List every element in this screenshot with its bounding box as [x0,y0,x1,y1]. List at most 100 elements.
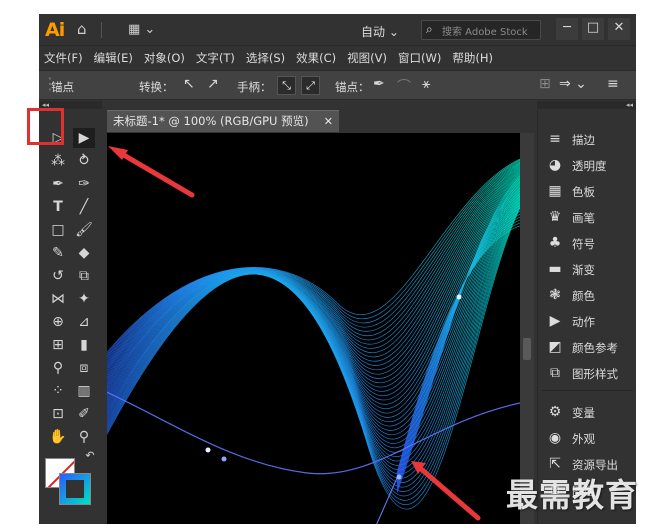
panel-item-transparency[interactable]: ◕ 透明度 [538,152,636,178]
scale-tool-icon[interactable]: ⧉ [73,266,95,286]
panel-item-variables[interactable]: ⚙ 变量 [538,399,636,425]
anchor-point[interactable] [396,474,402,480]
panel-item-appearance[interactable]: ◉ 外观 [538,425,636,451]
menu-type[interactable]: 文字(T) [196,50,235,66]
selected-path[interactable] [107,383,520,475]
panel-item-swatches[interactable]: ▦ 色板 [538,178,636,204]
menu-effect[interactable]: 效果(C) [296,50,336,66]
menu-select[interactable]: 选择(S) [246,50,285,66]
pen-tool-icon[interactable]: ✒ [47,174,69,194]
rotate-tool-icon[interactable]: ↺ [47,266,69,286]
panel-item-color-guide[interactable]: ◩ 颜色参考 [538,334,636,360]
panel-item-actions[interactable]: ▶ 动作 [538,308,636,334]
line-tool-icon[interactable]: ╱ [73,197,95,217]
column-graph-tool-icon[interactable]: ▥ [73,381,95,401]
artboard-canvas[interactable] [107,133,520,524]
stock-search-input[interactable]: ⌕ 搜索 Adobe Stock [421,20,541,40]
home-icon[interactable]: ⌂ [77,20,87,38]
watermark: 最需教育 [506,476,639,514]
anchor-point[interactable] [456,294,462,300]
cut-path-icon[interactable]: ⚹ [422,76,430,92]
panel-item-symbols[interactable]: ♣ 符号 [538,230,636,256]
ai-logo: Ai [45,19,65,41]
perspective-grid-tool-icon[interactable]: ⊿ [73,312,95,332]
paintbrush-tool-icon[interactable]: 🖌 [73,220,95,240]
gradient-tool-icon[interactable]: ▮ [73,335,95,355]
menu-window[interactable]: 窗口(W) [398,50,441,66]
blend-line [107,174,520,384]
gradient-icon: ▬ [548,261,562,277]
swap-colors-icon[interactable]: ↶ [79,446,101,466]
swatches-icon: ▦ [548,183,562,199]
delete-anchor-icon[interactable]: ✒ [373,76,385,92]
panel-label: 外观 [572,432,595,446]
minimize-button[interactable]: ─ [556,18,578,40]
appearance-icon: ◉ [548,430,562,446]
menu-view[interactable]: 视图(V) [347,50,387,66]
zoom-tool-icon[interactable]: ⚲ [73,427,95,447]
curvature-tool-icon[interactable]: ✑ [73,174,95,194]
document-tab[interactable]: 未标题-1* @ 100% (RGB/GPU 预览) ✕ [107,110,339,132]
graphic-styles-icon: ⧉ [550,365,560,381]
blend-line [107,166,520,367]
pencil-tool-icon[interactable]: ✎ [47,243,69,263]
artboard-tool-icon[interactable]: ⊡ [47,404,69,424]
align-icon[interactable]: ⊞ [539,76,551,92]
menu-object[interactable]: 对象(O) [144,50,185,66]
panel-item-brushes[interactable]: ♛ 画笔 [538,204,636,230]
canvas-vertical-scrollbar[interactable] [520,133,534,524]
blend-line [107,160,520,357]
illustrator-window: Ai ⌂ ▦ ⌄ 自动 ⌄ ⌕ 搜索 Adobe Stock ─ □ ✕ 文件(… [39,14,636,524]
blend-tool-icon[interactable]: ⧈ [73,358,95,378]
convert-corner-icon[interactable]: ↖ [183,76,195,92]
club-symbol-icon: ♣ [548,235,562,251]
show-handles-icon[interactable]: ⤡ [277,76,296,95]
puppet-warp-tool-icon[interactable]: ✦ [73,289,95,309]
blend-line [107,163,520,362]
eyedropper-tool-icon[interactable]: ⚲ [47,358,69,378]
close-document-icon[interactable]: ✕ [324,111,333,132]
menu-help[interactable]: 帮助(H) [452,50,493,66]
panel-label: 描边 [572,133,595,147]
panel-item-graphic-styles[interactable]: ⧉ 图形样式 [538,360,636,386]
menu-edit[interactable]: 编辑(E) [94,50,133,66]
blend-line [107,169,520,373]
panel-label: 色板 [572,185,595,199]
width-tool-icon[interactable]: ⋈ [47,289,69,309]
handle-label: 手柄： [237,80,272,94]
magic-wand-tool-icon[interactable]: ⁂ [47,151,69,171]
slice-tool-icon[interactable]: ✐ [73,404,95,424]
color-palette-icon: ❃ [549,287,561,303]
anchor-point[interactable] [221,456,227,462]
arrange-documents-icon[interactable]: ▦ ⌄ [128,22,155,37]
maximize-button[interactable]: □ [582,18,604,40]
panel-item-color[interactable]: ❃ 颜色 [538,282,636,308]
hide-handles-icon[interactable]: ⤢ [301,76,320,95]
panel-menu-icon[interactable]: ≡ [607,76,619,92]
panel-label: 渐变 [572,263,595,277]
close-window-button[interactable]: ✕ [608,18,630,40]
lasso-tool-icon[interactable]: ⥁ [73,151,95,171]
stroke-color-swatch[interactable] [59,473,91,505]
document-title: 未标题-1* @ 100% (RGB/GPU 预览) [113,114,309,128]
panel-item-gradient[interactable]: ▬ 渐变 [538,256,636,282]
panel-item-stroke[interactable]: ≡ 描边 [538,126,636,152]
symbol-sprayer-tool-icon[interactable]: ⁘ [47,381,69,401]
selection-tool-icon[interactable]: ▶ [73,128,95,148]
type-tool-icon[interactable]: T [47,197,69,217]
scrollbar-thumb[interactable] [523,338,531,360]
mesh-tool-icon[interactable]: ⊞ [47,335,69,355]
eraser-tool-icon[interactable]: ◆ [73,243,95,263]
workspace-switcher[interactable]: 自动 ⌄ [361,23,399,40]
transform-icon[interactable]: ⇒ ⌄ [559,76,587,92]
wave-artwork [107,158,520,524]
panel-label: 变量 [572,406,595,420]
anchor-point[interactable] [205,447,211,453]
rectangle-tool-icon[interactable]: □ [47,220,69,240]
shape-builder-tool-icon[interactable]: ⊕ [47,312,69,332]
convert-smooth-icon[interactable]: ↗ [207,76,219,92]
hand-tool-icon[interactable]: ✋ [47,427,69,447]
connect-anchor-icon[interactable]: ⌒ [397,76,411,96]
panels-collapse-icon[interactable]: ◂◂ [537,101,636,109]
menu-file[interactable]: 文件(F) [44,50,83,66]
